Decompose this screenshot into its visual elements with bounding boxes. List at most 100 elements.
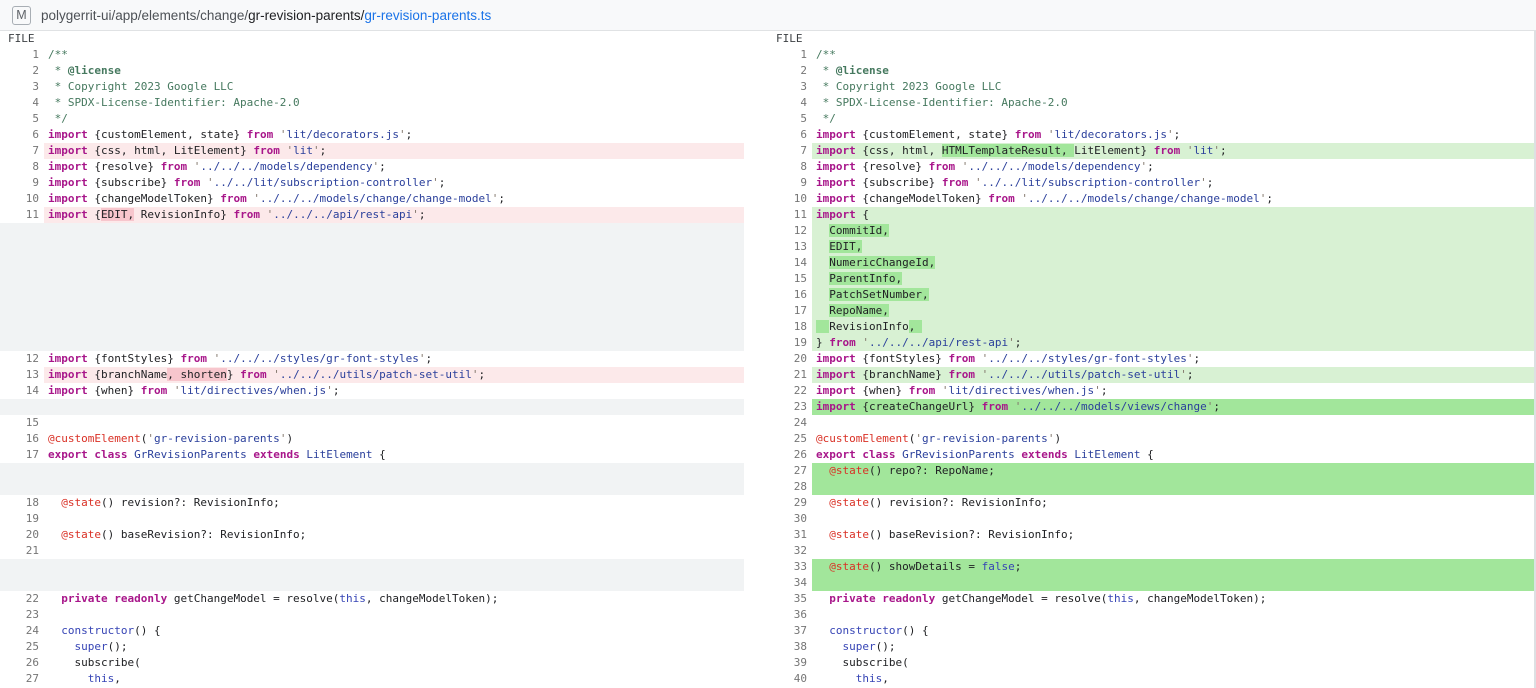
line-number[interactable]: 6 [768,127,812,143]
line-number[interactable]: 25 [768,431,812,447]
line-number[interactable]: 13 [768,239,812,255]
line-number[interactable]: 22 [768,383,812,399]
line-number[interactable]: 11 [0,207,44,223]
line-number[interactable]: 2 [768,63,812,79]
line-number[interactable]: 26 [0,655,44,671]
diff-row: 26 subscribe( [0,655,744,671]
line-number[interactable]: 17 [0,447,44,463]
code-line: import { [812,207,1534,223]
file-level-label-old[interactable]: FILE [0,31,768,47]
file-header-bar: M polygerrit-ui/app/elements/change/gr-r… [0,0,1536,31]
line-number[interactable]: 3 [768,79,812,95]
line-number[interactable]: 27 [768,463,812,479]
line-number[interactable]: 16 [768,287,812,303]
line-number[interactable]: 36 [768,607,812,623]
line-number[interactable]: 33 [768,559,812,575]
line-number[interactable]: 30 [768,511,812,527]
line-number[interactable]: 21 [768,367,812,383]
line-number[interactable]: 32 [768,543,812,559]
line-number[interactable]: 26 [768,447,812,463]
diff-row: 35 private readonly getChangeModel = res… [768,591,1534,607]
line-number[interactable]: 25 [0,639,44,655]
line-number[interactable]: 8 [768,159,812,175]
code-line: * SPDX-License-Identifier: Apache-2.0 [44,95,744,111]
code-line: import {EDIT, RevisionInfo} from '../../… [44,207,744,223]
line-number[interactable]: 27 [0,671,44,687]
diff-row: 7import {css, html, LitElement} from 'li… [0,143,744,159]
line-number[interactable]: 38 [768,639,812,655]
diff-row: 5 */ [768,111,1534,127]
line-number[interactable]: 16 [0,431,44,447]
diff-row [0,319,744,335]
line-number[interactable]: 37 [768,623,812,639]
line-number[interactable]: 1 [768,47,812,63]
diff-row: 2 * @license [768,63,1534,79]
line-number[interactable]: 18 [768,319,812,335]
line-number[interactable]: 39 [768,655,812,671]
line-number[interactable]: 20 [768,351,812,367]
line-number[interactable]: 14 [768,255,812,271]
code-line: import {resolve} from '../../../models/d… [44,159,744,175]
line-number[interactable]: 29 [768,495,812,511]
line-number[interactable]: 15 [0,415,44,431]
code-line [812,479,1534,495]
line-number[interactable]: 18 [0,495,44,511]
line-number[interactable]: 3 [0,79,44,95]
line-number[interactable]: 20 [0,527,44,543]
line-number[interactable]: 31 [768,527,812,543]
code-line: */ [812,111,1534,127]
file-level-label-new[interactable]: FILE [768,31,1536,47]
line-number[interactable]: 10 [768,191,812,207]
diff-row: 25@customElement('gr-revision-parents') [768,431,1534,447]
line-number[interactable]: 23 [0,607,44,623]
line-number[interactable]: 1 [0,47,44,63]
line-number[interactable]: 13 [0,367,44,383]
code-line: import {branchName} from '../../../utils… [812,367,1534,383]
code-line: @state() showDetails = false; [812,559,1534,575]
line-number[interactable]: 5 [768,111,812,127]
line-number[interactable]: 6 [0,127,44,143]
line-number[interactable]: 19 [768,335,812,351]
line-number[interactable]: 23 [768,399,812,415]
line-number[interactable]: 40 [768,671,812,687]
line-number[interactable]: 9 [0,175,44,191]
code-line: private readonly getChangeModel = resolv… [44,591,744,607]
diff-row: 19 [0,511,744,527]
diff-row: 34 [768,575,1534,591]
line-number[interactable]: 4 [0,95,44,111]
line-number[interactable]: 35 [768,591,812,607]
diff-row: 12import {fontStyles} from '../../../sty… [0,351,744,367]
line-number[interactable]: 19 [0,511,44,527]
diff-row: 15 ParentInfo, [768,271,1534,287]
line-number[interactable]: 4 [768,95,812,111]
file-link[interactable]: gr-revision-parents.ts [364,8,491,23]
line-number[interactable]: 10 [0,191,44,207]
line-number[interactable]: 28 [768,479,812,495]
code-line: import {customElement, state} from 'lit/… [812,127,1534,143]
line-number[interactable]: 12 [768,223,812,239]
code-line: * Copyright 2023 Google LLC [812,79,1534,95]
line-number[interactable]: 7 [0,143,44,159]
line-number[interactable]: 8 [0,159,44,175]
line-number[interactable]: 21 [0,543,44,559]
line-number[interactable]: 14 [0,383,44,399]
diff-row: 23 [0,607,744,623]
diff-row: 3 * Copyright 2023 Google LLC [0,79,744,95]
line-number[interactable]: 24 [0,623,44,639]
diff-row: 16@customElement('gr-revision-parents') [0,431,744,447]
line-number[interactable]: 5 [0,111,44,127]
line-number[interactable]: 7 [768,143,812,159]
line-number[interactable]: 11 [768,207,812,223]
line-number[interactable]: 17 [768,303,812,319]
diff-row: 13 EDIT, [768,239,1534,255]
line-number[interactable]: 22 [0,591,44,607]
line-number[interactable]: 9 [768,175,812,191]
line-number[interactable]: 24 [768,415,812,431]
diff-row: 7import {css, html, HTMLTemplateResult, … [768,143,1534,159]
line-number[interactable]: 34 [768,575,812,591]
line-number[interactable]: 2 [0,63,44,79]
code-line: @state() repo?: RepoName; [812,463,1534,479]
line-number[interactable]: 12 [0,351,44,367]
diff-row: 11import {EDIT, RevisionInfo} from '../.… [0,207,744,223]
line-number[interactable]: 15 [768,271,812,287]
